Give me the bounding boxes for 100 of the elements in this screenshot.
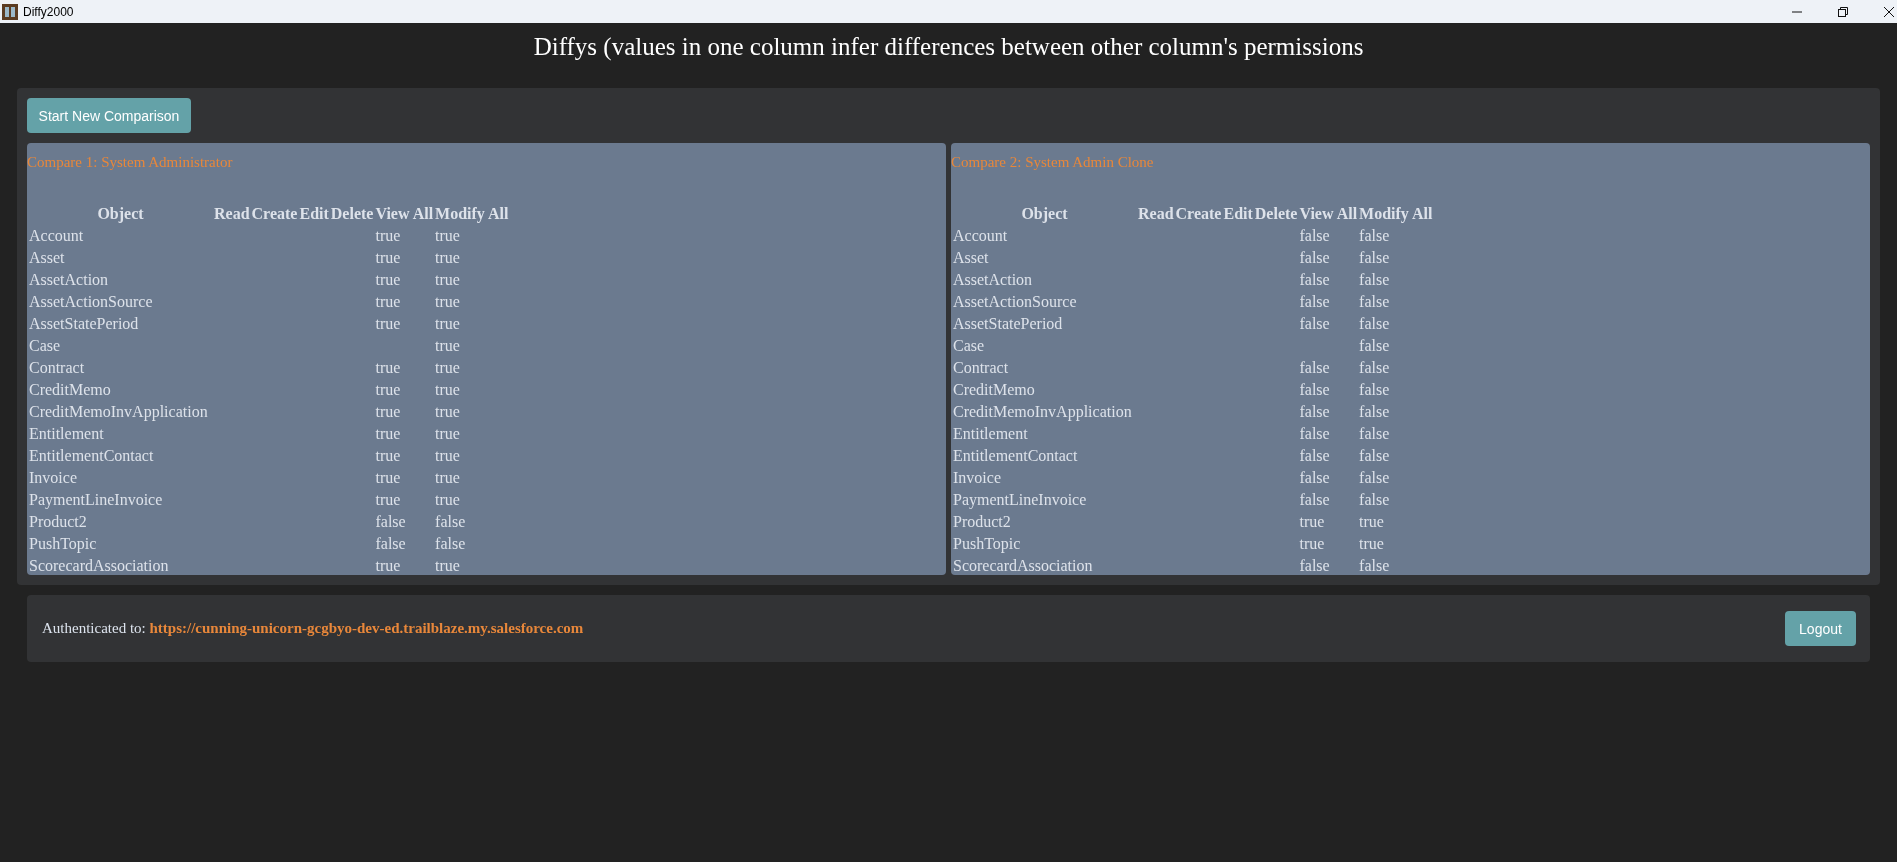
table-cell: true	[375, 403, 401, 420]
page-heading: Diffys (values in one column infer differences between other column's permissions	[532, 32, 1365, 63]
table-cell: true	[375, 249, 401, 266]
table-cell: true	[375, 381, 401, 398]
table-cell: false	[1359, 491, 1390, 508]
table-cell: false	[1359, 469, 1390, 486]
table-cell: PaymentLineInvoice	[29, 491, 163, 508]
table-cell: Contract	[953, 359, 1009, 376]
table-cell: false	[1299, 425, 1330, 442]
table-cell: false	[375, 535, 406, 552]
table-cell: true	[375, 359, 401, 376]
column-header: Modify All	[435, 204, 509, 225]
window-title: Diffy2000	[23, 4, 74, 19]
table-cell: Case	[29, 337, 61, 354]
table-cell: false	[1359, 293, 1390, 310]
table-cell: Asset	[953, 249, 989, 266]
start-new-comparison-button[interactable]: Start New Comparison	[27, 98, 191, 133]
table-cell: true	[375, 557, 401, 574]
column-header: View All	[1299, 204, 1358, 224]
table-cell: true	[435, 557, 460, 574]
table-cell: CreditMemo	[29, 381, 111, 398]
table-cell: false	[1359, 425, 1390, 442]
table-cell: false	[1299, 271, 1330, 288]
table-cell: false	[1299, 359, 1330, 376]
table-cell: false	[1299, 227, 1330, 244]
table-cell: Contract	[29, 359, 85, 376]
table-cell: AssetAction	[953, 271, 1033, 288]
table-cell: true	[435, 315, 460, 332]
table-cell: true	[435, 425, 460, 442]
close-icon[interactable]	[1883, 5, 1895, 18]
table-cell: Product2	[29, 513, 87, 530]
table-cell: false	[1359, 359, 1390, 376]
table-cell: true	[375, 469, 401, 486]
table-cell: ScorecardAssociation	[29, 557, 169, 574]
table-cell: true	[435, 271, 460, 288]
column-header: Delete	[330, 204, 374, 224]
table-cell: Case	[953, 337, 985, 354]
table-cell: CreditMemoInvApplication	[953, 403, 1132, 420]
table-cell: true	[375, 227, 401, 244]
table-cell: false	[1299, 249, 1330, 266]
table-cell: true	[435, 447, 460, 464]
table-cell: Account	[29, 227, 84, 244]
column-header: Create	[251, 204, 298, 224]
table-cell: false	[1299, 293, 1330, 310]
table-cell: false	[1299, 315, 1330, 332]
table-cell: Invoice	[29, 469, 77, 486]
table-cell: Product2	[953, 513, 1011, 530]
table-cell: EntitlementContact	[29, 447, 154, 464]
table-cell: true	[435, 249, 460, 266]
table-cell: false	[1359, 271, 1390, 288]
comparison-title: Compare 2: System Admin Clone	[951, 153, 1155, 172]
column-header: Edit	[299, 204, 329, 224]
table-cell: true	[375, 425, 401, 442]
table-cell: PushTopic	[29, 535, 97, 552]
table-cell: true	[1299, 513, 1325, 530]
table-cell: false	[1299, 381, 1330, 398]
table-cell: true	[435, 337, 460, 354]
table-cell: Asset	[29, 249, 65, 266]
table-cell: AssetAction	[29, 271, 109, 288]
table-cell: AssetActionSource	[953, 293, 1077, 310]
table-cell: true	[435, 491, 460, 508]
table-cell: false	[1359, 447, 1390, 464]
instance-link[interactable]: https://cunning-unicorn-gcgbyo-dev-ed.trailblaze.my.salesforce.com	[149, 620, 584, 636]
column-header: Read	[1138, 204, 1174, 224]
table-cell: CreditMemoInvApplication	[29, 403, 208, 420]
table-cell: false	[435, 513, 466, 530]
table-cell: true	[435, 227, 460, 244]
comparison-title: Compare 1: System Administrator	[27, 153, 234, 172]
table-cell: AssetStatePeriod	[953, 315, 1063, 332]
table-cell: false	[1299, 447, 1330, 464]
restore-icon[interactable]	[1837, 5, 1849, 18]
table-cell: false	[1359, 403, 1390, 420]
table-cell: true	[1359, 535, 1384, 552]
table-cell: AssetActionSource	[29, 293, 153, 310]
logout-button[interactable]: Logout	[1785, 611, 1856, 646]
column-header: Read	[214, 204, 250, 224]
table-cell: true	[1359, 513, 1384, 530]
table-cell: CreditMemo	[953, 381, 1035, 398]
table-cell: true	[1299, 535, 1325, 552]
table-cell: false	[1359, 249, 1390, 266]
column-header: Modify All	[1359, 204, 1433, 225]
column-header: Create	[1175, 204, 1222, 224]
table-cell: Account	[953, 227, 1008, 244]
table-cell: false	[375, 513, 406, 530]
table-cell: false	[1359, 337, 1390, 354]
table-cell: false	[435, 535, 466, 552]
table-cell: true	[375, 447, 401, 464]
auth-label: Authenticated to:	[42, 620, 146, 636]
table-cell: true	[435, 293, 460, 310]
table-cell: true	[435, 403, 460, 420]
table-cell: false	[1299, 491, 1330, 508]
table-cell: false	[1299, 557, 1330, 574]
table-cell: ScorecardAssociation	[953, 557, 1093, 574]
table-cell: Entitlement	[953, 425, 1028, 442]
table-cell: false	[1299, 403, 1330, 420]
table-cell: PaymentLineInvoice	[953, 491, 1087, 508]
column-header: Object	[1020, 204, 1069, 225]
column-header: Delete	[1254, 204, 1298, 224]
table-cell: PushTopic	[953, 535, 1021, 552]
column-header: Edit	[1223, 204, 1253, 224]
